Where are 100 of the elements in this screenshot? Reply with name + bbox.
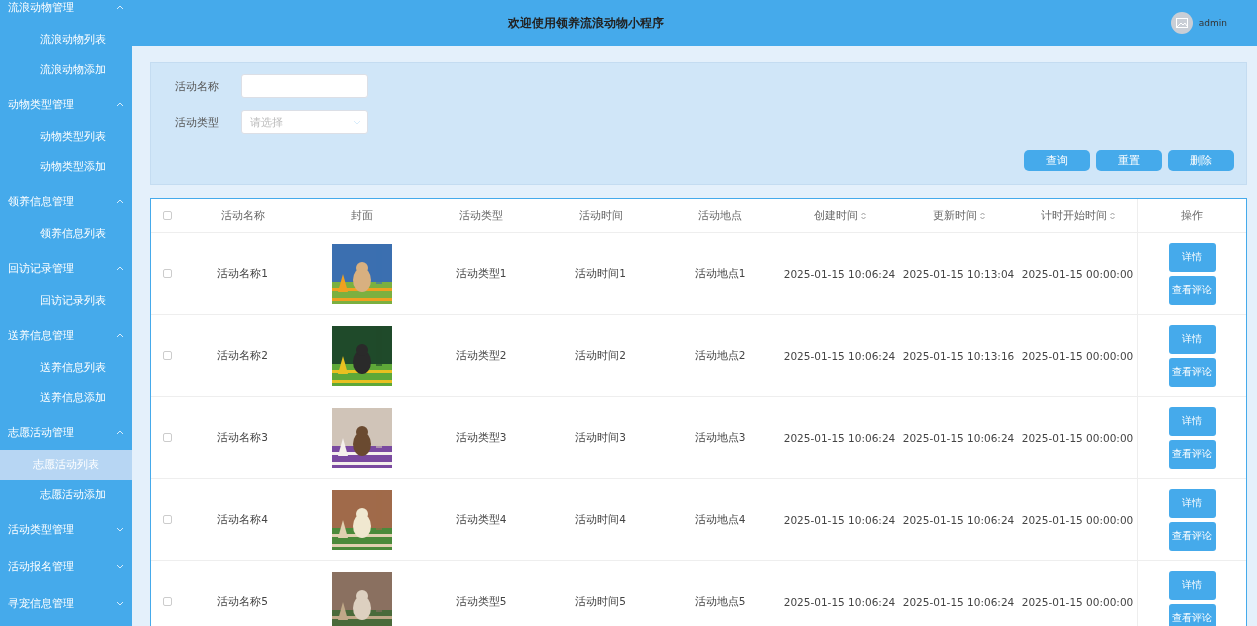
sidebar-group[interactable]: 流浪动物管理 xyxy=(0,0,132,25)
sidebar-item[interactable]: 领养信息列表 xyxy=(0,219,132,249)
table-cell: 活动时间2 xyxy=(575,348,626,363)
details-button[interactable]: 详情 xyxy=(1168,324,1216,354)
sidebar-item[interactable]: 志愿活动添加 xyxy=(0,480,132,510)
table-cell: 活动地点2 xyxy=(694,348,746,363)
table-cell: 2025-01-15 10:06:24 xyxy=(783,267,896,280)
comments-button[interactable]: 查看评论 xyxy=(1168,357,1216,387)
comments-button[interactable]: 查看评论 xyxy=(1168,521,1216,551)
chevron-up-icon xyxy=(116,266,124,271)
sidebar-group[interactable]: 回访记录管理 xyxy=(0,251,132,286)
column-header: 活动名称 xyxy=(220,208,265,223)
table-cell: 2025-01-15 00:00:00 xyxy=(1021,267,1134,280)
column-header: 计时开始时间 xyxy=(1040,208,1107,223)
action-button[interactable]: 删除 xyxy=(1168,150,1234,171)
table-cell: 活动地点5 xyxy=(694,594,746,609)
chevron-up-icon xyxy=(116,333,124,338)
sidebar-group[interactable]: 活动类型管理 xyxy=(0,512,132,547)
sidebar-group[interactable]: 领养信息管理 xyxy=(0,184,132,219)
sidebar-item[interactable]: 送养信息添加 xyxy=(0,383,132,413)
sidebar-item[interactable]: 志愿活动列表 xyxy=(0,450,132,480)
row-checkbox[interactable] xyxy=(162,433,172,442)
action-button[interactable]: 重置 xyxy=(1096,150,1162,171)
chevron-down-icon xyxy=(116,527,124,532)
table-cell: 活动时间5 xyxy=(575,594,626,609)
table-cell: 活动名称1 xyxy=(217,266,268,281)
field-label: 活动类型 xyxy=(175,114,220,130)
sidebar-item[interactable]: 动物类型列表 xyxy=(0,122,132,152)
sidebar-item[interactable]: 回访记录列表 xyxy=(0,286,132,316)
table-cell: 2025-01-15 10:06:24 xyxy=(902,431,1015,444)
chevron-up-icon xyxy=(116,5,124,10)
user-name[interactable]: admin xyxy=(1198,18,1227,28)
table-cell: 活动名称2 xyxy=(217,348,268,363)
row-checkbox[interactable] xyxy=(162,351,172,360)
table-cell: 活动时间1 xyxy=(575,266,626,281)
row-checkbox[interactable] xyxy=(162,597,172,606)
sidebar-group[interactable]: 活动报名管理 xyxy=(0,549,132,584)
table-cell: 活动地点4 xyxy=(694,512,746,527)
table-cell: 活动类型1 xyxy=(455,266,507,281)
table-cell: 2025-01-15 00:00:00 xyxy=(1021,595,1134,608)
field-label: 活动名称 xyxy=(175,78,220,94)
input-field[interactable] xyxy=(241,74,368,98)
chevron-down-icon xyxy=(353,119,361,125)
table-cell: 2025-01-15 00:00:00 xyxy=(1021,513,1134,526)
table-cell: 活动地点1 xyxy=(694,266,746,281)
column-header: 更新时间 xyxy=(932,208,977,223)
chevron-down-icon xyxy=(116,601,124,606)
comments-button[interactable]: 查看评论 xyxy=(1168,275,1216,305)
sidebar-group[interactable]: 寻宠信息管理 xyxy=(0,586,132,621)
table-cell: 2025-01-15 10:13:04 xyxy=(902,267,1015,280)
row-checkbox[interactable] xyxy=(162,515,172,524)
table-cell: 2025-01-15 10:06:24 xyxy=(902,595,1015,608)
action-button[interactable]: 查询 xyxy=(1024,150,1090,171)
details-button[interactable]: 详情 xyxy=(1168,570,1216,600)
sort-icon[interactable] xyxy=(1109,211,1115,220)
table-cell: 2025-01-15 10:06:24 xyxy=(783,595,896,608)
chevron-down-icon xyxy=(116,564,124,569)
column-header: 创建时间 xyxy=(813,208,858,223)
sidebar-item[interactable]: 流浪动物列表 xyxy=(0,25,132,55)
table-cell: 活动名称4 xyxy=(217,512,268,527)
column-header: 活动类型 xyxy=(459,208,503,223)
table-cell: 2025-01-15 10:06:24 xyxy=(902,513,1015,526)
table-cell: 活动时间4 xyxy=(575,512,626,527)
comments-button[interactable]: 查看评论 xyxy=(1168,603,1216,626)
table-cell: 2025-01-15 00:00:00 xyxy=(1021,349,1134,362)
chevron-up-icon xyxy=(116,199,124,204)
comments-button[interactable]: 查看评论 xyxy=(1168,439,1216,469)
table-cell: 活动类型4 xyxy=(455,512,507,527)
avatar-icon[interactable] xyxy=(1170,12,1193,34)
table-cell: 活动名称3 xyxy=(217,430,268,445)
sidebar-item[interactable]: 送养信息列表 xyxy=(0,353,132,383)
page-title: 欢迎使用领养流浪动物小程序 xyxy=(507,14,666,32)
table-cell: 2025-01-15 10:06:24 xyxy=(783,431,896,444)
table-cell: 活动名称5 xyxy=(217,594,268,609)
details-button[interactable]: 详情 xyxy=(1168,242,1216,272)
sort-icon[interactable] xyxy=(860,211,866,220)
table-cell: 2025-01-15 10:13:16 xyxy=(902,349,1015,362)
column-header: 活动地点 xyxy=(698,208,742,223)
table-cell: 活动时间3 xyxy=(575,430,626,445)
row-checkbox[interactable] xyxy=(162,269,172,278)
column-header: 活动时间 xyxy=(578,208,623,223)
select-field[interactable]: 请选择 xyxy=(241,110,368,134)
sidebar-group[interactable]: 志愿活动管理 xyxy=(0,415,132,450)
column-header: 操作 xyxy=(1181,208,1203,223)
table-cell: 2025-01-15 00:00:00 xyxy=(1021,431,1134,444)
table-cell: 2025-01-15 10:06:24 xyxy=(783,513,896,526)
table-cell: 活动类型2 xyxy=(455,348,507,363)
sidebar-group[interactable]: 送养信息管理 xyxy=(0,318,132,353)
sort-icon[interactable] xyxy=(979,211,985,220)
details-button[interactable]: 详情 xyxy=(1168,406,1216,436)
column-header: 封面 xyxy=(350,208,373,223)
sidebar-item[interactable]: 流浪动物添加 xyxy=(0,55,132,85)
table-cell: 活动地点3 xyxy=(694,430,746,445)
sidebar-group[interactable]: 动物类型管理 xyxy=(0,87,132,122)
select-all-checkbox[interactable] xyxy=(162,211,172,220)
table-cell: 活动类型5 xyxy=(455,594,507,609)
details-button[interactable]: 详情 xyxy=(1168,488,1216,518)
sidebar-item[interactable]: 动物类型添加 xyxy=(0,152,132,182)
chevron-up-icon xyxy=(116,102,124,107)
chevron-up-icon xyxy=(116,430,124,435)
